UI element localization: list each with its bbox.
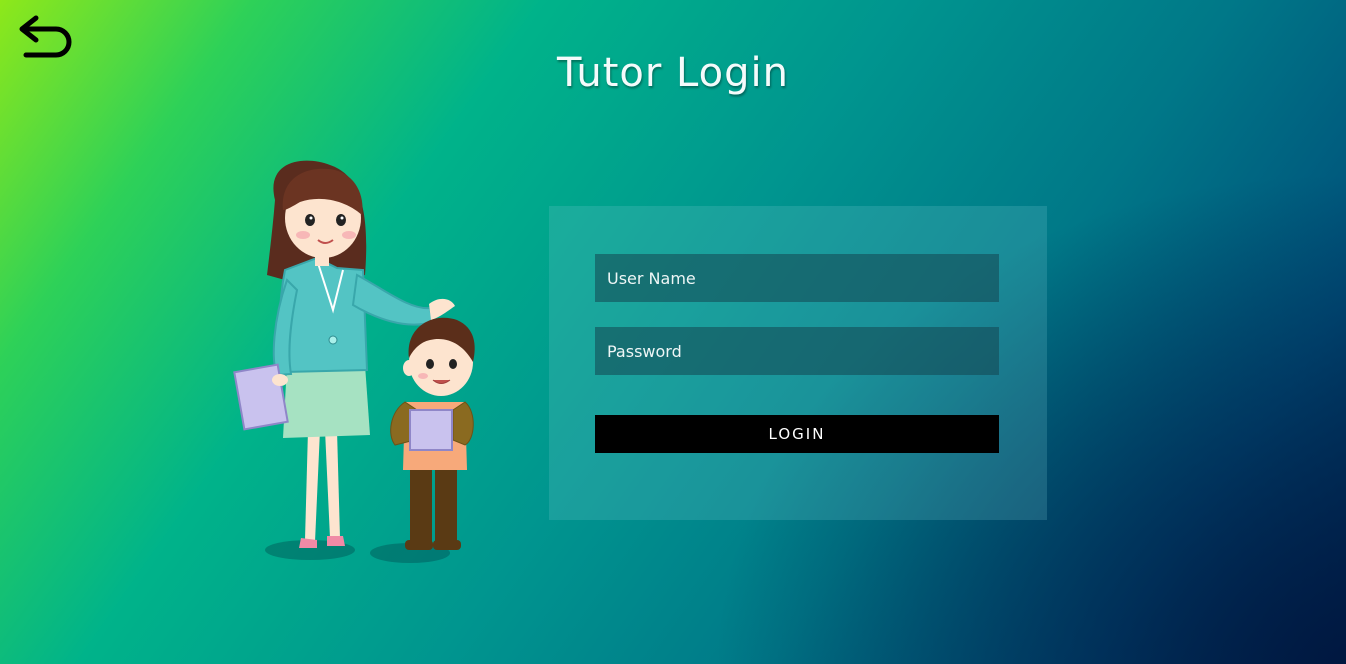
login-button[interactable]: LOGIN [595,415,999,453]
page-title: Tutor Login [557,50,789,96]
tutor-login-screen: Tutor Login User Name LOGIN [0,0,1346,664]
login-form: LOGIN [549,206,1047,520]
username-field[interactable] [595,254,999,302]
teacher-and-student-illustration [225,140,495,580]
password-field[interactable] [595,327,999,375]
